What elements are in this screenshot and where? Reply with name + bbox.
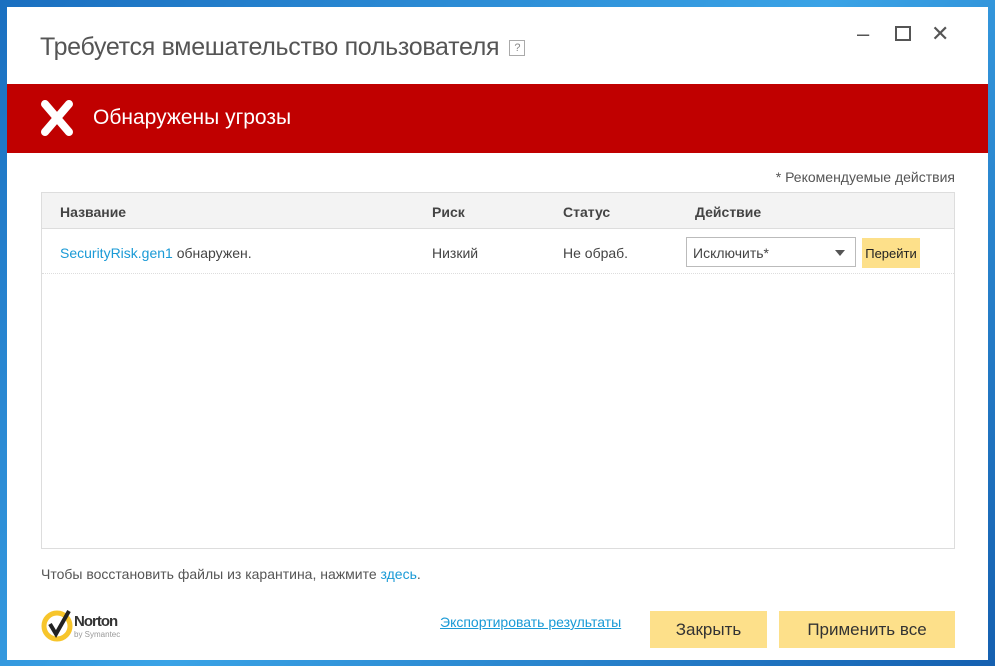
go-button[interactable]: Перейти xyxy=(862,238,920,268)
header-risk: Риск xyxy=(432,204,465,220)
dialog-window: Требуется вмешательство пользователя? – … xyxy=(7,7,988,660)
status-value: Не обраб. xyxy=(563,245,629,261)
recommended-note: * Рекомендуемые действия xyxy=(775,169,955,185)
minimize-button[interactable]: – xyxy=(857,21,869,47)
apply-all-button[interactable]: Применить все xyxy=(779,611,955,648)
svg-text:by Symantec: by Symantec xyxy=(74,630,120,639)
chevron-down-icon xyxy=(835,250,845,256)
export-results-link[interactable]: Экспортировать результаты xyxy=(440,614,621,630)
error-x-icon xyxy=(41,100,73,136)
help-button[interactable]: ? xyxy=(509,40,526,57)
threat-banner: Обнаружены угрозы xyxy=(7,84,988,153)
banner-message: Обнаружены угрозы xyxy=(93,106,292,129)
header-action: Действие xyxy=(695,204,762,220)
risk-value: Низкий xyxy=(432,245,479,261)
threat-link[interactable]: SecurityRisk.gen1 xyxy=(60,245,173,261)
maximize-button[interactable] xyxy=(895,21,911,47)
action-select[interactable]: Исключить* xyxy=(686,237,856,267)
close-window-button[interactable]: ✕ xyxy=(931,21,949,47)
header-status: Статус xyxy=(563,204,611,220)
table-header: Название Риск Статус Действие xyxy=(42,193,954,229)
restore-text: Чтобы восстановить файлы из карантина, н… xyxy=(41,566,421,582)
close-button[interactable]: Закрыть xyxy=(650,611,767,648)
svg-text:Norton: Norton xyxy=(74,613,118,630)
norton-logo: Norton by Symantec xyxy=(41,608,131,647)
norton-check-icon: Norton by Symantec xyxy=(41,610,120,642)
threats-table: Название Риск Статус Действие SecurityRi… xyxy=(41,192,955,549)
restore-link[interactable]: здесь xyxy=(381,566,417,582)
header-name: Название xyxy=(60,204,127,220)
table-row: SecurityRisk.gen1 обнаружен. Низкий Не о… xyxy=(42,229,954,274)
window-title: Требуется вмешательство пользователя? xyxy=(40,33,526,62)
maximize-icon xyxy=(895,26,911,41)
